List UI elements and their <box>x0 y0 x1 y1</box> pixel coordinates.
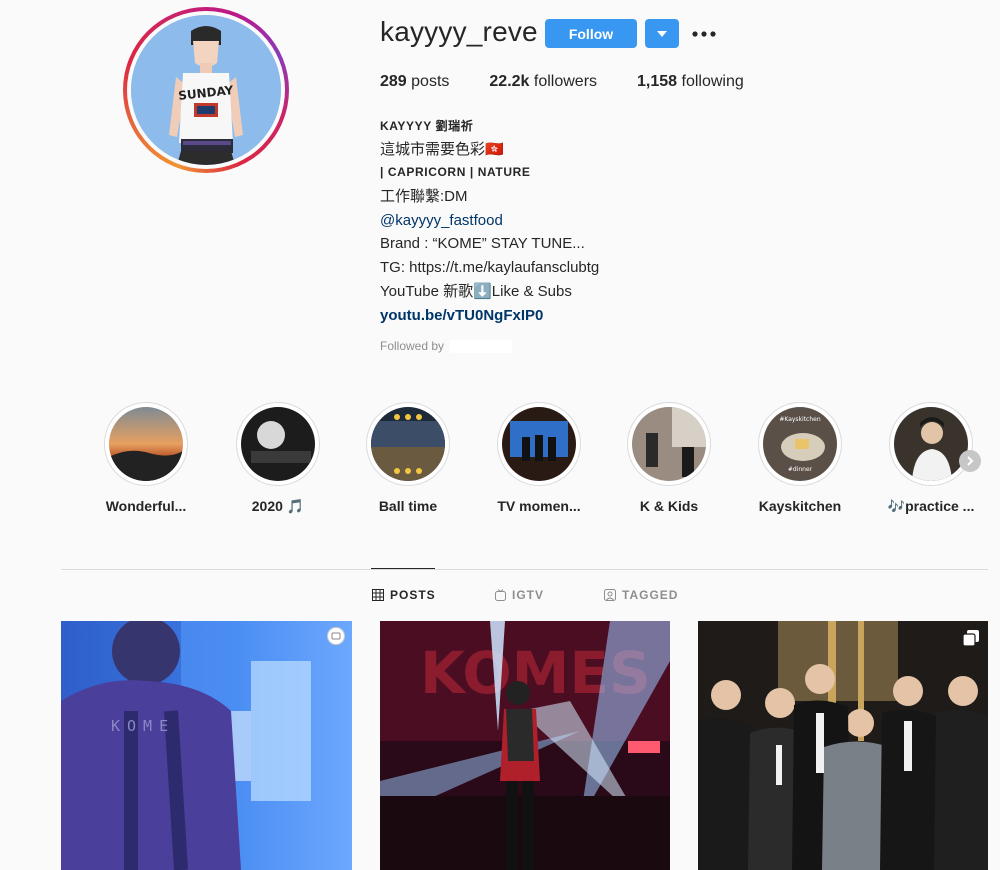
more-options-button[interactable] <box>690 20 718 48</box>
grid-icon <box>372 589 384 601</box>
story-highlight[interactable]: Wonderful... <box>81 402 211 514</box>
followers-count: 22.2k <box>489 73 530 90</box>
carousel-icon <box>962 630 979 647</box>
video-icon <box>327 627 345 645</box>
active-tab-indicator <box>371 568 435 569</box>
posts-label: posts <box>406 73 450 90</box>
story-highlight[interactable]: 2020 🎵 <box>213 402 343 515</box>
bio-line: YouTube 新歌⬇️Like & Subs <box>380 282 572 300</box>
bio-line: | CAPRICORN | NATURE <box>380 165 531 180</box>
suggested-accounts-button[interactable] <box>645 19 679 48</box>
highlight-label: Wonderful... <box>105 498 187 514</box>
post-image: KOMES <box>380 621 670 870</box>
highlight-cover <box>371 407 445 481</box>
post-shirt-text: KOME <box>111 717 175 735</box>
avatar-illustration: SUNDAY <box>131 15 281 165</box>
igtv-icon <box>495 589 506 601</box>
story-highlight[interactable]: K & Kids <box>604 402 734 514</box>
posts-count: 289 <box>380 73 407 90</box>
tagged-icon <box>604 589 616 601</box>
post-thumbnail[interactable] <box>698 621 988 870</box>
tab-igtv[interactable]: IGTV <box>495 588 544 602</box>
highlight-cover <box>632 407 706 481</box>
bio-mention-link[interactable]: @kayyyy_fastfood <box>380 209 599 233</box>
chevron-right-icon <box>967 456 974 466</box>
bio-line: 工作聯繫:DM <box>380 188 468 206</box>
tab-igtv-label: IGTV <box>512 588 545 602</box>
tab-tagged-label: TAGGED <box>622 588 679 602</box>
tab-posts[interactable]: POSTS <box>372 588 436 602</box>
post-image: KOME <box>61 621 352 870</box>
highlight-label: TV momen... <box>497 498 581 514</box>
profile-full-name: KAYYYY 劉瑞祈 <box>380 119 474 133</box>
post-thumbnail[interactable]: KOME <box>61 621 352 870</box>
followed-by[interactable]: Followed by <box>380 339 513 353</box>
highlight-caption: #dinner <box>788 466 813 473</box>
highlight-cover <box>241 407 315 481</box>
followers-link[interactable]: 22.2k followers <box>489 73 597 91</box>
highlights-next-button[interactable] <box>959 450 981 472</box>
profile-stats: 289 posts 22.2k followers 1,158 followin… <box>380 73 784 91</box>
following-label: following <box>677 73 744 90</box>
followed-by-redacted <box>450 339 513 353</box>
bio-line: TG: https://t.me/kaylaufansclubtg <box>380 259 600 277</box>
highlight-label: K & Kids <box>639 498 699 514</box>
following-count: 1,158 <box>637 73 678 90</box>
chevron-down-icon <box>657 30 667 37</box>
story-highlight[interactable]: #Kayskitchen #dinner Kayskitchen <box>735 402 865 514</box>
profile-bio: KAYYYY 劉瑞祈 這城市需要色彩🇭🇰 | CAPRICORN | NATUR… <box>380 114 599 327</box>
post-thumbnail[interactable]: KOMES <box>380 621 670 870</box>
follow-button[interactable]: Follow <box>545 19 637 48</box>
profile-username: kayyyy_reve <box>380 16 538 47</box>
highlight-label: 🎶practice ... <box>887 498 975 514</box>
highlight-label: 2020 🎵 <box>251 498 305 514</box>
highlight-cover <box>894 407 968 481</box>
highlight-cover: #Kayskitchen #dinner <box>763 407 837 481</box>
tabs-divider <box>61 569 988 570</box>
tab-tagged[interactable]: TAGGED <box>604 588 678 602</box>
story-highlight[interactable]: TV momen... <box>474 402 604 514</box>
story-highlight[interactable]: Ball time <box>343 402 473 514</box>
post-image <box>698 621 988 870</box>
followers-label: followers <box>529 73 598 90</box>
tab-posts-label: POSTS <box>390 588 436 602</box>
more-dots-icon <box>692 31 716 37</box>
posts-stat: 289 posts <box>380 73 449 91</box>
followed-by-label: Followed by <box>380 339 445 353</box>
bio-line: Brand : “KOME” STAY TUNE... <box>380 235 585 253</box>
profile-avatar[interactable]: SUNDAY <box>123 7 289 173</box>
highlight-label: Kayskitchen <box>758 498 842 514</box>
highlight-cover <box>502 407 576 481</box>
following-link[interactable]: 1,158 following <box>637 73 744 91</box>
highlight-cover <box>109 407 183 481</box>
highlight-label: Ball time <box>378 498 438 514</box>
bio-external-link[interactable]: youtu.be/vTU0NgFxIP0 <box>380 304 599 328</box>
highlight-caption: #Kayskitchen <box>779 416 820 423</box>
bio-line: 這城市需要色彩🇭🇰 <box>380 140 504 158</box>
